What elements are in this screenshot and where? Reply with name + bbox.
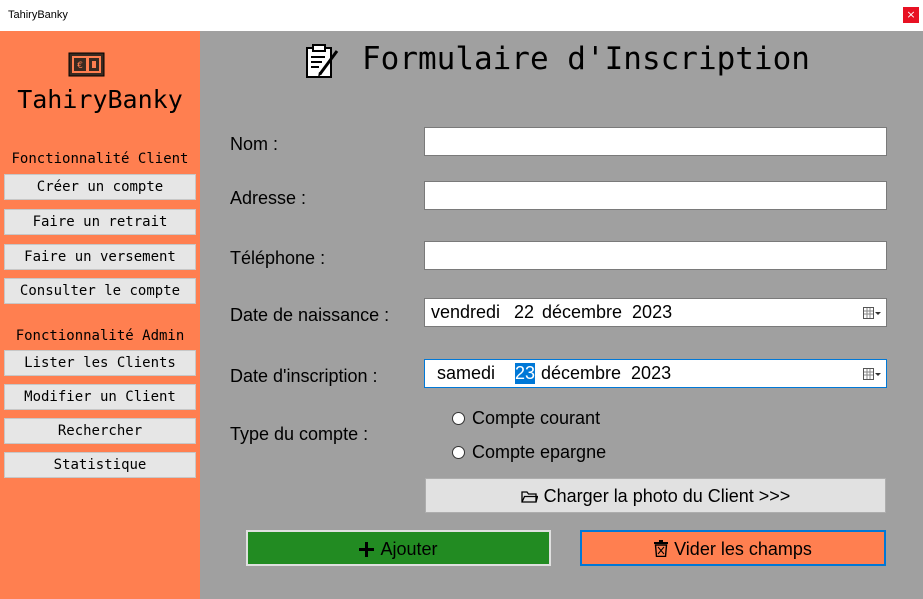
- naissance-datepicker[interactable]: vendredi 22 décembre 2023: [424, 298, 887, 327]
- withdraw-button[interactable]: Faire un retrait: [4, 209, 196, 235]
- telephone-label: Téléphone :: [230, 248, 326, 268]
- radio-circle[interactable]: [452, 446, 465, 459]
- inscription-weekday: samedi: [437, 363, 496, 383]
- create-account-button[interactable]: Créer un compte: [4, 174, 196, 200]
- view-account-button[interactable]: Consulter le compte: [4, 278, 196, 304]
- add-button[interactable]: Ajouter: [246, 530, 551, 566]
- deposit-button[interactable]: Faire un versement: [4, 244, 196, 270]
- radio-label-courant: Compte courant: [472, 408, 601, 428]
- radio-circle[interactable]: [452, 412, 465, 425]
- naissance-weekday: vendredi: [431, 302, 501, 322]
- edit-client-button[interactable]: Modifier un Client: [4, 384, 196, 410]
- money-icon: €: [68, 52, 105, 77]
- clear-button-label: Vider les champs: [674, 539, 812, 559]
- list-clients-button[interactable]: Lister les Clients: [4, 350, 196, 376]
- form-title: Formulaire d'Inscription: [362, 41, 810, 77]
- naissance-label: Date de naissance :: [230, 305, 390, 325]
- trash-icon: [654, 540, 669, 558]
- client-section-label: Fonctionnalité Client: [11, 151, 189, 167]
- nom-input[interactable]: [424, 127, 887, 156]
- plus-icon: [359, 542, 375, 557]
- adresse-input[interactable]: [424, 181, 887, 210]
- load-photo-button[interactable]: Charger la photo du Client >>>: [425, 478, 886, 513]
- search-button[interactable]: Rechercher: [4, 418, 196, 444]
- type-label: Type du compte :: [230, 424, 369, 444]
- inscription-month-year: décembre 2023: [541, 363, 672, 383]
- radio-label-epargne: Compte epargne: [472, 442, 607, 462]
- inscription-label: Date d'inscription :: [230, 366, 378, 386]
- folder-icon: [521, 491, 539, 503]
- admin-section-label: Fonctionnalité Admin: [15, 328, 185, 344]
- inscription-day: 23: [515, 363, 536, 384]
- svg-text:€: €: [77, 61, 83, 71]
- statistics-button[interactable]: Statistique: [4, 452, 196, 478]
- registration-form: Formulaire d'Inscription Nom : Adresse :…: [200, 31, 923, 599]
- sidebar: € TahiryBanky Fonctionnalité Client Crée…: [0, 31, 200, 599]
- telephone-input[interactable]: [424, 241, 887, 270]
- naissance-day: 22: [514, 302, 535, 322]
- adresse-label: Adresse :: [230, 188, 307, 208]
- brand-name: TahiryBanky: [17, 85, 183, 114]
- calendar-icon[interactable]: [863, 307, 881, 319]
- form-edit-icon: [306, 44, 339, 78]
- nom-label: Nom :: [230, 134, 279, 154]
- window-title: TahiryBanky: [8, 9, 68, 21]
- calendar-icon[interactable]: [863, 368, 881, 380]
- title-bar: TahiryBanky ×: [0, 0, 923, 31]
- naissance-month-year: décembre 2023: [542, 302, 673, 322]
- load-photo-label: Charger la photo du Client >>>: [543, 486, 791, 506]
- add-button-label: Ajouter: [380, 539, 438, 559]
- clear-fields-button[interactable]: Vider les champs: [580, 530, 886, 566]
- inscription-datepicker[interactable]: samedi 23 décembre 2023: [424, 359, 887, 388]
- close-icon[interactable]: ×: [903, 7, 919, 23]
